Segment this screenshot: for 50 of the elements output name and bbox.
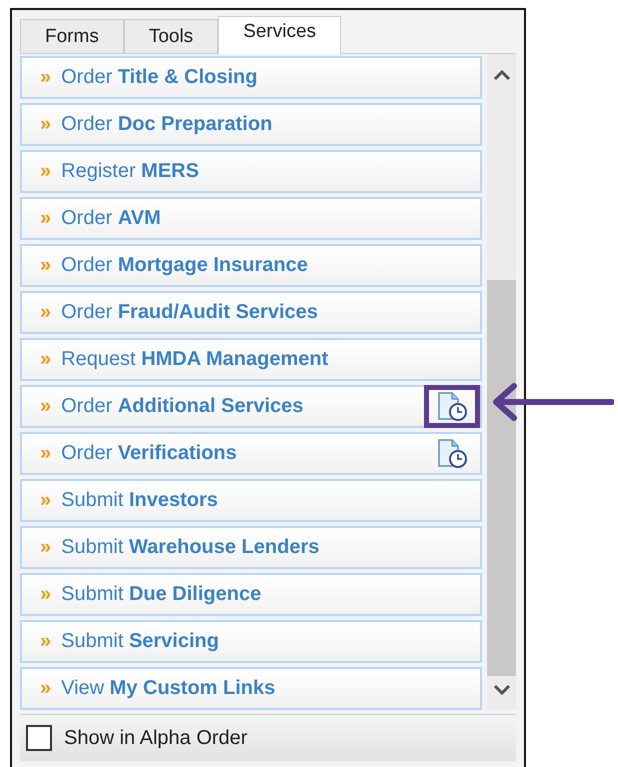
service-link[interactable]: » Order Title & Closing: [20, 56, 482, 99]
service-label: Order AVM: [61, 207, 162, 230]
service-label: Order Additional Services: [61, 395, 304, 418]
chevron-icon: »: [40, 677, 52, 700]
chevron-icon: »: [40, 160, 52, 183]
service-label: Order Doc Preparation: [61, 113, 274, 136]
service-label: Submit Warehouse Lenders: [61, 536, 320, 559]
service-link[interactable]: » Submit Investors: [20, 479, 482, 522]
service-link[interactable]: » Order Mortgage Insurance: [20, 244, 482, 287]
chevron-icon: »: [40, 207, 52, 230]
service-link[interactable]: » Order AVM: [20, 197, 482, 240]
service-label: Order Verifications: [61, 442, 238, 465]
panel-tab[interactable]: Forms: [20, 19, 124, 53]
service-link[interactable]: » Order Fraud/Audit Services: [20, 291, 482, 334]
checkbox[interactable]: [26, 725, 52, 751]
chevron-icon: »: [40, 113, 52, 136]
service-label: Submit Investors: [61, 489, 219, 512]
service-link[interactable]: » Submit Servicing: [20, 620, 482, 663]
service-link[interactable]: » Request HMDA Management: [20, 338, 482, 381]
service-link[interactable]: » Submit Warehouse Lenders: [20, 526, 482, 569]
chevron-icon: »: [40, 395, 52, 418]
service-label: Request HMDA Management: [61, 348, 330, 371]
chevron-icon: »: [40, 66, 52, 89]
chevron-down-icon[interactable]: [494, 685, 510, 695]
service-link[interactable]: » Order Doc Preparation: [20, 103, 482, 146]
chevron-icon: »: [40, 254, 52, 277]
chevron-icon: »: [40, 630, 52, 653]
service-label: Register MERS: [61, 160, 200, 183]
chevron-icon: »: [40, 489, 52, 512]
chevron-icon: »: [40, 583, 52, 606]
service-label: View My Custom Links: [61, 677, 276, 700]
chevron-icon: »: [40, 442, 52, 465]
service-link[interactable]: » Order Additional Services: [20, 385, 482, 428]
panel-tab[interactable]: Tools: [124, 19, 218, 53]
checkbox-label: Show in Alpha Order: [64, 726, 248, 750]
service-label: Submit Servicing: [61, 630, 220, 653]
service-link[interactable]: » Submit Due Diligence: [20, 573, 482, 616]
service-link[interactable]: » Register MERS: [20, 150, 482, 193]
scrollbar[interactable]: [487, 54, 516, 710]
service-link[interactable]: » Order Verifications: [20, 432, 482, 475]
service-label: Submit Due Diligence: [61, 583, 262, 606]
service-label: Order Title & Closing: [61, 66, 258, 89]
chevron-icon: »: [40, 536, 52, 559]
service-label: Order Fraud/Audit Services: [61, 301, 319, 324]
service-link[interactable]: » View My Custom Links: [20, 667, 482, 710]
chevron-icon: »: [40, 348, 52, 371]
chevron-icon: »: [40, 301, 52, 324]
service-label: Order Mortgage Insurance: [61, 254, 309, 277]
panel-tab[interactable]: Services: [218, 16, 342, 54]
chevron-up-icon[interactable]: [494, 70, 510, 80]
